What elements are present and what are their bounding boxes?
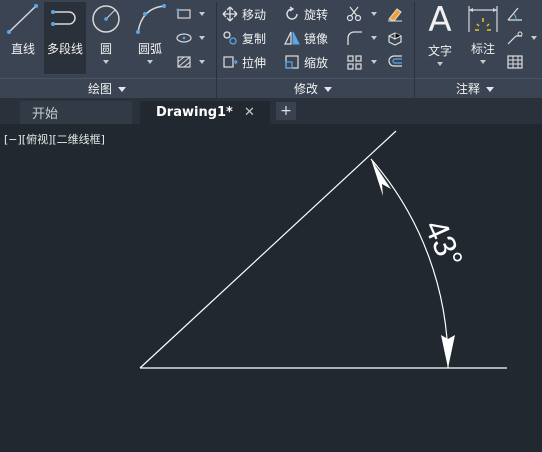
panel-separator xyxy=(414,78,415,98)
angle-dimension-text[interactable]: 43° xyxy=(418,214,471,273)
arc-tool-button[interactable]: 圆弧 xyxy=(130,2,170,74)
rotate-tool-label: 旋转 xyxy=(304,7,329,22)
arc-dropdown-icon[interactable] xyxy=(147,60,153,64)
mirror-tool-button[interactable]: 镜像 xyxy=(284,28,328,48)
copy-icon xyxy=(223,31,237,45)
mirror-tool-label: 镜像 xyxy=(304,31,329,46)
explode-tool-button[interactable] xyxy=(386,28,408,48)
text-tool-button[interactable]: A 文字 xyxy=(420,2,460,74)
trim-dropdown-icon[interactable] xyxy=(371,12,377,16)
copy-tool-label: 复制 xyxy=(242,31,267,46)
line-tool-button[interactable]: 直线 xyxy=(2,2,44,74)
angled-line[interactable] xyxy=(139,130,397,369)
dimension-tool-button[interactable]: 标注 xyxy=(464,2,502,74)
polyline-tool-label: 多段线 xyxy=(46,42,83,56)
line-tool-label: 直线 xyxy=(10,42,35,56)
modify-panel-dropdown-icon xyxy=(324,87,333,92)
polyline-icon xyxy=(51,10,76,26)
dimension-tool-label: 标注 xyxy=(470,42,495,56)
modify-panel-label[interactable]: 修改 xyxy=(294,80,333,97)
hatch-icon xyxy=(177,56,191,68)
panel-separator xyxy=(216,78,217,98)
offset-icon xyxy=(388,55,402,67)
angular-leader-icon xyxy=(507,7,522,21)
draw-panel-dropdown-icon xyxy=(118,87,127,92)
polyline-tool-button[interactable]: 多段线 xyxy=(44,2,86,74)
file-tab-bar: 开始 Drawing1* ✕ + xyxy=(0,98,542,124)
close-icon[interactable]: ✕ xyxy=(244,105,255,120)
tab-drawing1[interactable]: Drawing1* ✕ xyxy=(140,101,270,124)
multileader-icon xyxy=(507,31,523,45)
arc-icon xyxy=(136,4,166,34)
text-dropdown-icon[interactable] xyxy=(437,62,443,66)
dimension-dropdown-icon[interactable] xyxy=(480,60,486,64)
dimension-arrow-top xyxy=(371,159,391,196)
array-icon xyxy=(347,55,362,70)
copy-tool-button[interactable]: 复制 xyxy=(222,28,266,48)
table-tool-button[interactable] xyxy=(506,52,528,72)
table-icon xyxy=(507,55,523,69)
fillet-icon xyxy=(347,31,362,45)
new-tab-button[interactable]: + xyxy=(276,102,296,120)
rectangle-tool-button[interactable] xyxy=(176,4,205,24)
array-dropdown-icon[interactable] xyxy=(371,60,377,64)
ellipse-dropdown-icon[interactable] xyxy=(199,36,205,40)
fillet-tool-button[interactable] xyxy=(346,28,377,48)
scale-tool-button[interactable]: 缩放 xyxy=(284,52,328,72)
multileader-dropdown-icon[interactable] xyxy=(531,36,537,40)
modify-panel-title: 修改 xyxy=(294,82,319,96)
annotation-panel-dropdown-icon xyxy=(486,87,495,92)
draw-panel-title: 绘图 xyxy=(88,82,113,96)
offset-tool-button[interactable] xyxy=(386,52,408,72)
rotate-icon xyxy=(286,6,298,20)
dimension-icon xyxy=(468,6,498,32)
array-tool-button[interactable] xyxy=(346,52,377,72)
erase-tool-button[interactable] xyxy=(386,4,408,24)
eraser-icon xyxy=(388,8,402,22)
text-tool-label: 文字 xyxy=(427,44,452,58)
hatch-tool-button[interactable] xyxy=(176,28,205,48)
annotation-panel-title: 注释 xyxy=(456,82,481,96)
move-tool-label: 移动 xyxy=(242,7,267,22)
mirror-icon xyxy=(284,31,300,45)
circle-icon xyxy=(92,5,120,33)
scale-icon xyxy=(285,55,299,69)
text-icon: A xyxy=(428,0,452,40)
draw-panel-label[interactable]: 绘图 xyxy=(88,80,127,97)
hatch-dropdown-icon[interactable] xyxy=(199,60,205,64)
rotate-tool-button[interactable]: 旋转 xyxy=(284,4,328,24)
rectangle-icon xyxy=(176,8,191,19)
circle-tool-label: 圆 xyxy=(99,42,112,56)
ribbon: 直线 多段线 圆 圆弧 移动 旋转 复制 镜像 拉伸 缩放 A 文字 标注 绘图… xyxy=(0,0,542,99)
explode-icon xyxy=(388,32,402,46)
stretch-icon xyxy=(223,56,238,68)
trim-tool-button[interactable] xyxy=(346,4,377,24)
multileader-tool-button[interactable] xyxy=(506,28,537,48)
tab-drawing1-label: Drawing1* xyxy=(156,105,233,120)
rectangle-dropdown-icon[interactable] xyxy=(199,12,205,16)
scale-tool-label: 缩放 xyxy=(304,55,329,70)
hatch-pattern-button[interactable] xyxy=(176,52,205,72)
fillet-dropdown-icon[interactable] xyxy=(371,36,377,40)
trim-icon xyxy=(346,6,362,22)
tab-start[interactable]: 开始 xyxy=(20,101,132,124)
ellipse-icon xyxy=(176,33,192,43)
arc-tool-label: 圆弧 xyxy=(137,42,162,56)
stretch-tool-button[interactable]: 拉伸 xyxy=(222,52,266,72)
dimension-arrow-bottom xyxy=(441,335,455,368)
circle-dropdown-icon[interactable] xyxy=(103,60,109,64)
stretch-tool-label: 拉伸 xyxy=(242,55,267,70)
drawing-canvas[interactable]: 43° xyxy=(0,124,542,452)
move-icon xyxy=(222,6,238,22)
move-tool-button[interactable]: 移动 xyxy=(222,4,266,24)
tab-start-label: 开始 xyxy=(32,107,59,122)
leader-tool-button[interactable] xyxy=(506,4,528,24)
annotation-panel-label[interactable]: 注释 xyxy=(456,80,495,97)
circle-tool-button[interactable]: 圆 xyxy=(88,2,124,74)
line-icon xyxy=(7,4,38,34)
